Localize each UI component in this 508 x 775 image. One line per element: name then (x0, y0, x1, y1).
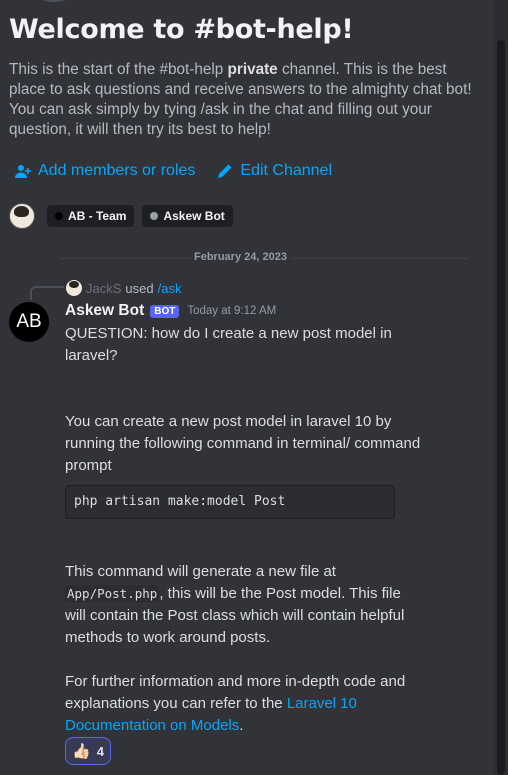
add-members-button[interactable]: Add members or roles (15, 162, 195, 180)
role-pill-ab-team[interactable]: AB - Team (47, 205, 135, 227)
role-pill-askew-bot[interactable]: Askew Bot (142, 205, 233, 227)
reply-used-text: used (125, 280, 154, 296)
add-members-label: Add members or roles (38, 162, 196, 179)
message-header: Askew Bot BOT Today at 9:12 AM (65, 302, 276, 320)
message-timestamp: Today at 9:12 AM (187, 305, 277, 317)
question-text: QUESTION: how do I create a new post mod… (65, 325, 392, 364)
code-block: php artisan make:model Post (65, 485, 395, 519)
answer-intro: You can create a new post model in larav… (65, 413, 421, 474)
author-name[interactable]: Askew Bot (65, 302, 144, 320)
channel-icon (22, 0, 86, 2)
pencil-icon (218, 164, 232, 178)
reply-spine (30, 286, 64, 300)
welcome-title: Welcome to #bot-help! (9, 14, 354, 45)
role-color-dot (150, 212, 159, 220)
bot-badge: BOT (150, 304, 180, 318)
slash-command-link[interactable]: /ask (158, 281, 182, 296)
private-label: private (227, 61, 278, 78)
answer-file-paragraph: This command will generate a new file at… (65, 563, 405, 646)
member-avatar[interactable] (9, 203, 35, 229)
reaction-count: 4 (96, 743, 104, 759)
command-reference[interactable]: JackS used /ask (66, 280, 181, 296)
date-divider-label: February 24, 2023 (190, 251, 291, 263)
reaction-thumbs-up[interactable]: 👍🏻 4 (65, 737, 111, 765)
welcome-description: This is the start of the #bot-help priva… (9, 61, 472, 138)
inline-code: App/Post.php (65, 585, 160, 602)
thumbs-up-icon: 👍🏻 (72, 743, 91, 760)
add-member-icon (15, 165, 31, 178)
edit-channel-button[interactable]: Edit Channel (217, 162, 332, 180)
member-row: AB - Team Askew Bot (9, 203, 233, 229)
reply-user-avatar (66, 280, 82, 296)
bot-avatar[interactable]: AB (9, 302, 49, 342)
edit-channel-label: Edit Channel (240, 162, 333, 179)
role-label: Askew Bot (163, 209, 225, 223)
role-label: AB - Team (68, 209, 127, 223)
scrollbar-track[interactable] (494, 0, 508, 775)
role-color-dot (55, 212, 63, 220)
channel-actions: Add members or roles Edit Channel (15, 162, 332, 180)
further-info-paragraph: For further information and more in-dept… (65, 673, 406, 734)
reply-username[interactable]: JackS (86, 281, 121, 296)
scrollbar-thumb[interactable] (497, 40, 505, 775)
message-content: QUESTION: how do I create a new post mod… (65, 323, 425, 737)
